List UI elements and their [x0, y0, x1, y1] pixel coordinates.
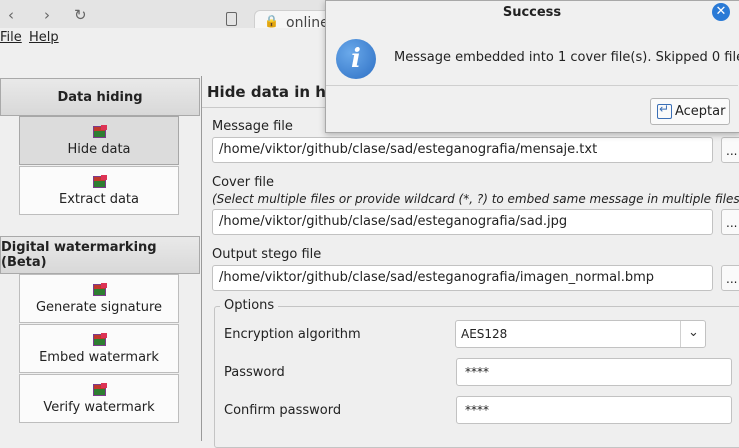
extract-data-label: Extract data — [59, 192, 139, 207]
output-file-input[interactable]: /home/viktor/github/clase/sad/esteganogr… — [212, 265, 713, 291]
confirm-password-field[interactable]: **** — [456, 396, 732, 424]
data-hiding-header[interactable]: Data hiding — [0, 78, 200, 116]
dialog-message: Message embedded into 1 cover file(s). S… — [394, 50, 739, 65]
output-file-browse-button[interactable]: ... — [721, 265, 739, 291]
encryption-select[interactable]: AES128 ⌄ — [455, 320, 706, 348]
image-icon — [92, 382, 107, 396]
image-icon — [92, 332, 107, 346]
menu-file[interactable]: File — [0, 30, 22, 45]
menu-help[interactable]: Help — [29, 30, 59, 45]
cover-file-hint: (Select multiple files or provide wildca… — [212, 192, 739, 206]
generate-signature-label: Generate signature — [35, 300, 163, 315]
panel-divider — [201, 76, 202, 441]
image-icon — [92, 124, 107, 138]
forward-icon[interactable]: › — [44, 6, 50, 24]
image-icon — [92, 174, 107, 188]
verify-watermark-button[interactable]: Verify watermark — [19, 374, 179, 423]
password-label: Password — [224, 365, 285, 380]
watermarking-header[interactable]: Digital watermarking (Beta) — [0, 236, 200, 274]
message-file-input[interactable]: /home/viktor/github/clase/sad/esteganogr… — [212, 137, 713, 163]
cover-file-input[interactable]: /home/viktor/github/clase/sad/esteganogr… — [212, 209, 713, 235]
generate-signature-button[interactable]: Generate signature — [19, 274, 179, 323]
dialog-title: Success — [502, 5, 562, 20]
accept-button[interactable]: Aceptar — [650, 98, 730, 125]
message-file-browse-button[interactable]: ... — [721, 137, 739, 163]
message-file-label: Message file — [212, 119, 293, 134]
close-icon[interactable]: ✕ — [712, 3, 730, 21]
reload-icon[interactable]: ↻ — [74, 6, 87, 24]
chevron-down-icon[interactable]: ⌄ — [688, 325, 699, 340]
extract-data-button[interactable]: Extract data — [19, 166, 179, 215]
back-icon[interactable]: ‹ — [8, 6, 14, 24]
encryption-value: AES128 — [461, 327, 508, 341]
enter-icon — [657, 102, 672, 119]
embed-watermark-button[interactable]: Embed watermark — [19, 324, 179, 373]
cover-file-browse-button[interactable]: ... — [721, 209, 739, 235]
password-field[interactable]: **** — [456, 358, 732, 386]
success-dialog: Success ✕ i Message embedded into 1 cove… — [325, 0, 739, 133]
accept-label: Aceptar — [675, 104, 726, 119]
lock-icon: 🔒 — [264, 14, 279, 28]
cover-file-label: Cover file — [212, 175, 274, 190]
verify-watermark-label: Verify watermark — [43, 400, 155, 415]
output-file-label: Output stego file — [212, 247, 322, 262]
dialog-separator — [326, 85, 738, 86]
image-icon — [92, 282, 107, 296]
confirm-password-label: Confirm password — [224, 403, 342, 418]
options-title: Options — [220, 298, 279, 313]
info-icon: i — [336, 39, 376, 79]
encryption-label: Encryption algorithm — [224, 327, 361, 342]
tab-icon[interactable] — [226, 12, 237, 26]
hide-data-button[interactable]: Hide data — [19, 116, 179, 165]
embed-watermark-label: Embed watermark — [39, 350, 159, 365]
hide-data-label: Hide data — [67, 142, 131, 157]
